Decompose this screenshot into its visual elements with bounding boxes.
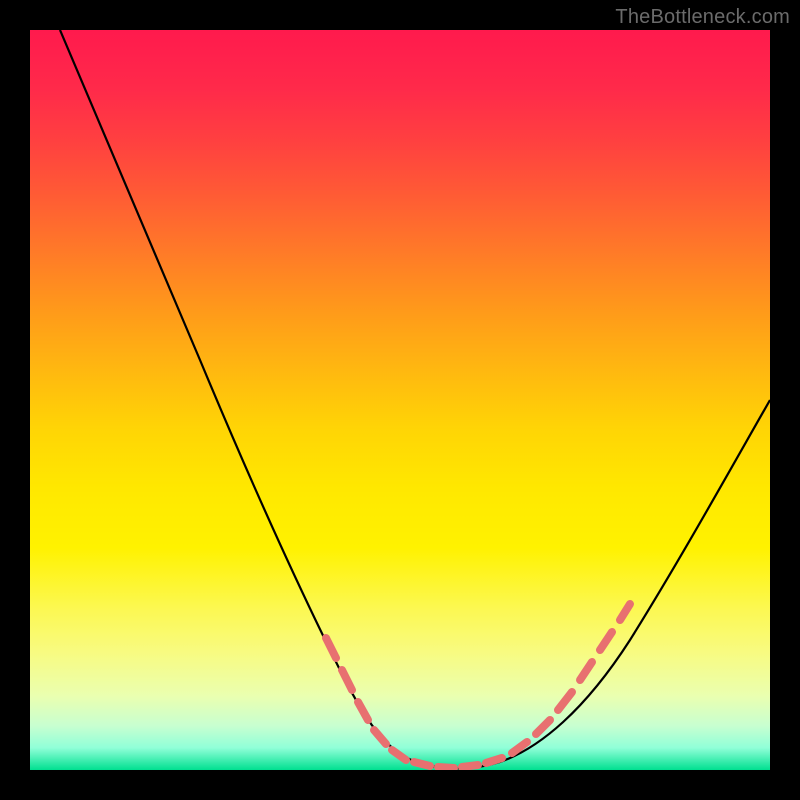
watermark-text: TheBottleneck.com <box>615 6 790 29</box>
bottleneck-curve <box>60 30 770 768</box>
chart-container: TheBottleneck.com <box>0 0 800 800</box>
curve-svg <box>30 30 770 770</box>
plot-area <box>30 30 770 770</box>
highlight-dashes <box>326 604 630 768</box>
